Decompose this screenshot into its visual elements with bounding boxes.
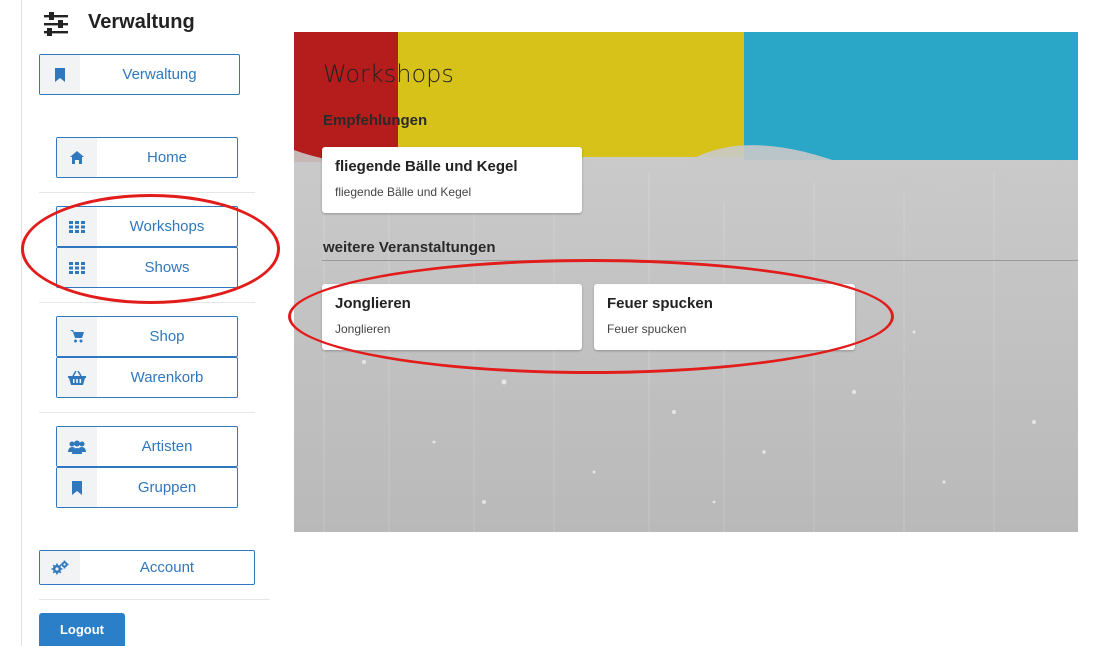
workshop-card[interactable]: fliegende Bälle und Kegel fliegende Bäll…	[322, 147, 582, 213]
sidebar-separator	[39, 599, 270, 600]
logout-button[interactable]: Logout	[39, 613, 125, 646]
sidebar-item-label: Shows	[144, 259, 190, 276]
sidebar-item-shop[interactable]: Shop	[56, 316, 238, 357]
sidebar-divider	[21, 0, 22, 646]
sidebar-item-label: Gruppen	[137, 479, 197, 496]
cart-icon	[57, 317, 97, 356]
workshop-card[interactable]: Jonglieren Jonglieren	[322, 284, 582, 350]
card-title: Feuer spucken	[607, 295, 713, 312]
card-subtitle: Feuer spucken	[607, 322, 687, 336]
sidebar-item-label: Shop	[149, 328, 185, 345]
sidebar-separator	[39, 412, 255, 413]
account-button-label: Account	[139, 559, 195, 576]
admin-button[interactable]: Verwaltung	[39, 54, 240, 95]
sidebar-item-artisten[interactable]: Artisten	[56, 426, 238, 467]
grid-icon	[57, 248, 97, 287]
sidebar-item-label: Workshops	[129, 218, 205, 235]
card-title: fliegende Bälle und Kegel	[335, 158, 518, 175]
page-brand-title: Verwaltung	[88, 11, 195, 33]
sidebar-item-label: Artisten	[141, 438, 193, 455]
sidebar-item-shows[interactable]: Shows	[56, 247, 238, 288]
account-button[interactable]: Account	[39, 550, 255, 585]
sidebar-item-workshops[interactable]: Workshops	[56, 206, 238, 247]
page-title: Workshops	[323, 60, 454, 88]
sidebar-item-label: Warenkorb	[130, 369, 204, 386]
section-divider	[322, 260, 1078, 261]
basket-icon	[57, 358, 97, 397]
section-heading-recommendations: Empfehlungen	[323, 112, 428, 129]
sidebar-item-label: Home	[146, 149, 187, 166]
workshop-card[interactable]: Feuer spucken Feuer spucken	[594, 284, 855, 350]
bookmark-icon	[57, 468, 97, 507]
grid-icon	[57, 207, 97, 246]
gears-icon	[40, 551, 80, 584]
sidebar-separator	[39, 302, 255, 303]
card-title: Jonglieren	[335, 295, 411, 312]
home-icon	[57, 138, 97, 177]
card-subtitle: Jonglieren	[335, 322, 391, 336]
section-heading-more-events: weitere Veranstaltungen	[323, 239, 496, 256]
admin-button-label: Verwaltung	[122, 66, 197, 83]
sidebar-separator	[39, 192, 255, 193]
sidebar-item-home[interactable]: Home	[56, 137, 238, 178]
sidebar-item-warenkorb[interactable]: Warenkorb	[56, 357, 238, 398]
bookmark-icon	[40, 55, 80, 94]
hero-background	[294, 32, 1078, 532]
sidebar-item-gruppen[interactable]: Gruppen	[56, 467, 238, 508]
card-subtitle: fliegende Bälle und Kegel	[335, 185, 472, 199]
users-icon	[57, 427, 97, 466]
sliders-icon	[42, 12, 70, 36]
